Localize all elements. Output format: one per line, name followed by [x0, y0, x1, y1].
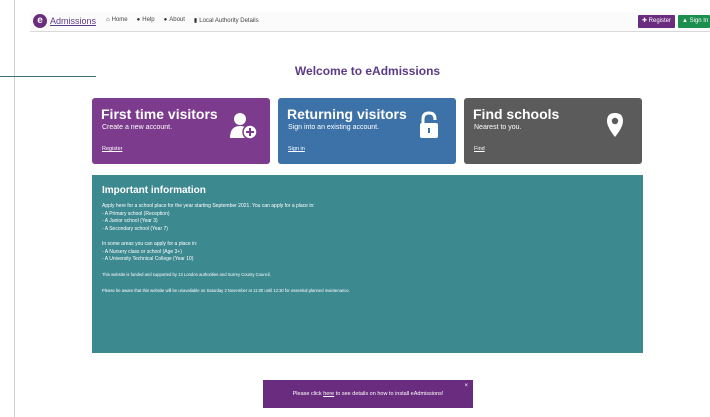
sign-in-link[interactable]: Sign in	[288, 146, 305, 152]
add-user-icon	[230, 113, 258, 140]
page-title: Welcome to eAdmissions	[294, 64, 441, 78]
info-maintenance-note: Please be aware that this website will b…	[102, 287, 350, 293]
tile-title: First time visitors	[101, 106, 218, 122]
padlock-icon	[420, 111, 438, 138]
brand-logo: e	[33, 14, 47, 28]
sign-in-label: Sign In	[689, 18, 709, 24]
tile-subtitle: Nearest to you.	[474, 124, 522, 131]
nav-local-authority-link[interactable]: ▮ Local Authority Details	[194, 17, 259, 24]
info-place-item: - A Secondary school (Year 7)	[102, 225, 168, 232]
info-icon: ●	[163, 17, 168, 23]
sign-in-button[interactable]: ▲ Sign In	[678, 15, 710, 28]
nav-links: ⌂ Home ● Help ● About ▮ Local Authority Deta…	[106, 17, 259, 24]
help-icon: ●	[136, 17, 141, 23]
photo-edge-line	[14, 0, 15, 417]
add-user-icon: ✚	[641, 18, 647, 24]
nav-help-link[interactable]: ● Help	[137, 17, 155, 24]
nav-home-link[interactable]: ⌂ Home	[106, 17, 128, 24]
register-link[interactable]: Register	[102, 146, 122, 152]
brand[interactable]: e Admissions	[33, 14, 96, 28]
register-button[interactable]: ✚ Register	[637, 15, 675, 28]
tile-subtitle: Sign into an existing account.	[288, 124, 380, 131]
info-place-item: - A Nursery class or school (Age 3+)	[102, 248, 182, 255]
install-details-link[interactable]: here	[323, 391, 334, 397]
navbar: e Admissions ⌂ Home ● Help ● About ▮ Local A…	[30, 12, 710, 32]
find-link[interactable]: Find	[474, 146, 485, 152]
info-funding-note: This website is funded and supported by …	[102, 272, 271, 278]
install-banner: Please click here to see details on how …	[263, 380, 473, 408]
close-icon[interactable]: ×	[464, 382, 468, 390]
nav-local-authority-label: Local Authority Details	[199, 18, 259, 24]
register-label: Register	[648, 18, 671, 24]
location-pin-icon	[607, 113, 623, 137]
info-body: Apply here for a school place for the ye…	[102, 203, 622, 294]
info-title: Important information	[102, 185, 206, 196]
padlock-icon: ▲	[682, 18, 688, 24]
building-icon: ▮	[193, 18, 198, 24]
banner-suffix: to see details on how to install eAdmiss…	[335, 391, 444, 397]
nav-about-label: About	[169, 17, 185, 23]
info-intro: Apply here for a school place for the ye…	[102, 203, 315, 209]
tile-title: Returning visitors	[287, 106, 407, 122]
banner-prefix: Please click	[292, 391, 322, 397]
info-place-item: - A Primary school (Reception)	[102, 210, 170, 217]
brand-name: Admissions	[50, 16, 97, 26]
nav-about-link[interactable]: ● About	[164, 17, 185, 24]
tile-subtitle: Create a new account.	[102, 124, 173, 131]
nav-help-label: Help	[142, 17, 155, 23]
account-actions: ✚ Register ▲ Sign In	[637, 15, 710, 28]
home-icon: ⌂	[106, 17, 110, 23]
find-schools-tile[interactable]: Find schools Nearest to you. Find	[464, 98, 642, 164]
info-place-item: - A Junior school (Year 3)	[102, 218, 158, 225]
info-some-areas: In some areas you can apply for a place …	[102, 240, 198, 247]
important-information-panel: Important information Apply here for a s…	[92, 175, 643, 353]
tile-title: Find schools	[473, 106, 560, 122]
returning-visitors-tile[interactable]: Returning visitors Sign into an existing…	[278, 98, 456, 164]
nav-home-label: Home	[111, 17, 128, 23]
info-place-item: - A University Technical College (Year 1…	[102, 256, 194, 263]
first-time-visitors-tile[interactable]: First time visitors Create a new account…	[92, 98, 270, 164]
